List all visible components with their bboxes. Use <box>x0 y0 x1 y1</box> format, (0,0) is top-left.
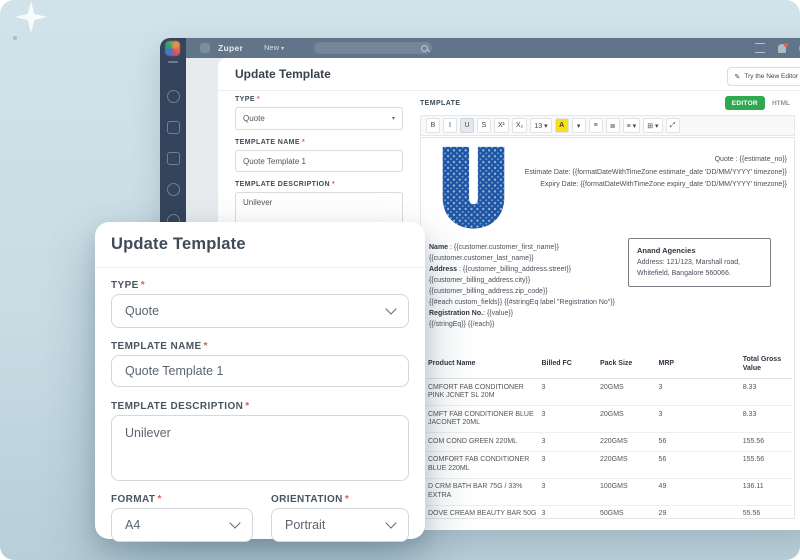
update-template-card: Update Template TYPE* Quote TEMPLATE NAM… <box>95 222 425 539</box>
clock-icon[interactable] <box>167 183 180 196</box>
template-name-label: TEMPLATE NAME* <box>111 341 208 352</box>
template-name-label: TEMPLATE NAME* <box>235 139 403 146</box>
chevron-down-icon <box>385 303 396 314</box>
italic-button[interactable]: I <box>443 118 457 133</box>
underline-button[interactable]: U <box>460 118 474 133</box>
search-icon <box>421 45 428 52</box>
product-table-row: DOVE CREAM BEAUTY BAR 50G350GMS2955.56 <box>426 505 792 519</box>
collapse-menu-icon[interactable] <box>200 43 210 53</box>
fullscreen-button[interactable]: ⤢ <box>666 118 680 133</box>
sparkle-dot <box>13 36 17 40</box>
product-table-header: Product NameBilled FCPack SizeMRPTotal G… <box>426 351 792 379</box>
new-menu-button[interactable]: New ▾ <box>264 43 284 52</box>
editor-mode-toggle: EDITOR HTML <box>725 96 793 110</box>
format-label: FORMAT* <box>111 494 162 505</box>
expiry-date-line: Expiry Date: {{formatDateWithTimeZone ex… <box>525 179 787 192</box>
sparkle-icon <box>14 0 48 34</box>
html-mode-button[interactable]: HTML <box>769 100 793 107</box>
product-table-row: CMFORT FAB CONDITIONER PINK JCNET SL 20M… <box>426 379 792 406</box>
card-divider <box>95 267 425 268</box>
try-new-editor-button[interactable]: ✎ Try the New Editor <box>727 67 800 86</box>
subscript-button[interactable]: X₂ <box>512 118 527 133</box>
text-color-caret-button[interactable]: ▾ <box>572 118 586 133</box>
align-select-button[interactable]: ≡ ▾ <box>623 118 641 133</box>
building-icon[interactable] <box>167 152 180 165</box>
table-menu-button[interactable]: ⊞ ▾ <box>643 118 662 133</box>
type-select[interactable]: Quote ▾ <box>235 107 403 130</box>
global-search-input[interactable] <box>314 42 432 54</box>
unilever-logo <box>429 143 517 233</box>
template-form: TYPE* Quote ▾ TEMPLATE NAME* Quote Templ… <box>235 96 403 240</box>
doc-header-lines: Quote : {{estimate_no}} Estimate Date: {… <box>525 154 787 192</box>
topbar-actions <box>755 42 800 54</box>
format-select[interactable]: A4 <box>111 508 253 542</box>
ordered-list-button[interactable]: ≣ <box>606 118 620 133</box>
pencil-icon: ✎ <box>735 73 741 81</box>
template-description-label: TEMPLATE DESCRIPTION* <box>235 181 403 188</box>
editor-canvas[interactable]: Quote : {{estimate_no}} Estimate Date: {… <box>420 137 795 519</box>
user-icon[interactable] <box>167 90 180 103</box>
editor-toolbar: BIUSX¹X₂13 ▾ A▾≡≣≡ ▾⊞ ▾ ⤢ <box>420 115 795 136</box>
brand-name: Zuper <box>218 43 243 53</box>
agency-name: Anand Agencies <box>637 245 762 257</box>
apps-grid-icon[interactable] <box>755 43 765 53</box>
header-divider <box>218 90 800 91</box>
product-table-row: D CRM BATH BAR 75G / 33% EXTRA3100GMS491… <box>426 478 792 505</box>
type-label: TYPE* <box>235 96 403 103</box>
product-table-row: COM COND GREEN 220ML3220GMS56155.56 <box>426 433 792 452</box>
text-color-button[interactable]: A <box>555 118 569 133</box>
template-description-input[interactable]: Unilever <box>111 415 409 481</box>
chevron-down-icon: ▾ <box>281 46 284 52</box>
estimate-date-line: Estimate Date: {{formatDateWithTimeZone … <box>525 167 787 180</box>
agency-address-box: Anand Agencies Address: 121/123, Marshal… <box>628 238 771 287</box>
chevron-down-icon <box>385 517 396 528</box>
template-description-label: TEMPLATE DESCRIPTION* <box>111 401 250 412</box>
orientation-label: ORIENTATION* <box>271 494 349 505</box>
bullet-list-button[interactable]: ≡ <box>589 118 603 133</box>
customer-placeholder-block: Name : {{customer.customer_first_name}}{… <box>429 242 639 330</box>
bold-button[interactable]: B <box>426 118 440 133</box>
product-table: Product NameBilled FCPack SizeMRPTotal G… <box>426 351 792 519</box>
template-name-input[interactable]: Quote Template 1 <box>111 355 409 387</box>
chevron-down-icon: ▾ <box>392 115 395 122</box>
orientation-select[interactable]: Portrait <box>271 508 409 542</box>
notifications-bell-icon[interactable] <box>778 44 786 53</box>
page-title: Update Template <box>235 67 331 81</box>
font-size-select[interactable]: 13 ▾ <box>530 118 551 133</box>
strikethrough-button[interactable]: S <box>477 118 491 133</box>
template-name-input[interactable]: Quote Template 1 <box>235 150 403 172</box>
chevron-down-icon <box>229 517 240 528</box>
type-label: TYPE* <box>111 280 145 291</box>
zuper-logo-icon[interactable] <box>165 41 180 56</box>
superscript-button[interactable]: X¹ <box>494 118 509 133</box>
product-table-row: CMFT FAB CONDITIONER BLUE JACONET 20ML32… <box>426 406 792 433</box>
app-topbar: Zuper New ▾ <box>186 38 800 58</box>
card-title: Update Template <box>111 235 246 254</box>
document-icon[interactable] <box>167 121 180 134</box>
agency-address-line1: Address: 121/123, Marshall road, <box>637 257 762 269</box>
quote-number-line: Quote : {{estimate_no}} <box>525 154 787 167</box>
product-table-row: COMFORT FAB CONDITIONER BLUE 220ML3220GM… <box>426 451 792 478</box>
type-select[interactable]: Quote <box>111 294 409 328</box>
template-label: TEMPLATE <box>420 100 460 107</box>
sidebar-divider <box>168 61 178 63</box>
agency-address-line2: Whitefield, Bangalore 560066. <box>637 268 762 280</box>
editor-mode-button[interactable]: EDITOR <box>725 96 765 110</box>
screenshot-root: Zuper New ▾ Update Template ✎ Try the Ne… <box>0 0 800 560</box>
